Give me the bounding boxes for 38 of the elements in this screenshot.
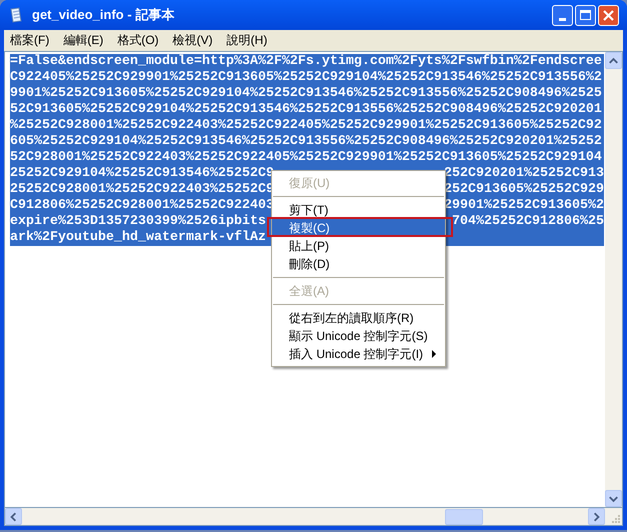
scroll-left-button[interactable] xyxy=(5,508,22,525)
menu-bar-item[interactable]: 檢視(V) xyxy=(172,31,213,49)
line-text: 52C928001%25252C922403%25252C922405%25252C929901%25252C913605%25252C929104 xyxy=(10,150,602,166)
context-menu-item[interactable]: 顯示 Unicode 控制字元(S) xyxy=(272,327,445,345)
window-title: get_video_info - 記事本 xyxy=(32,6,176,24)
line-text: ark%2Fyoutube_hd_watermark-vflAz xyxy=(10,230,266,246)
menu-bar-item[interactable]: 編輯(E) xyxy=(63,31,104,49)
context-menu-item[interactable]: 刪除(D) xyxy=(272,255,445,273)
line-text: %25252C928001%25252C922403%25252C922405%25252C929901%25252C913605%25252C92 xyxy=(10,118,602,134)
scrollbar-thumb[interactable] xyxy=(445,508,483,524)
line-text: C912806%25252C928001%25252C922403 xyxy=(10,198,274,214)
notepad-icon xyxy=(8,7,24,23)
line-text: 29901%25252C913605%2 xyxy=(444,198,604,214)
maximize-icon xyxy=(580,10,591,20)
context-menu-item[interactable]: 插入 Unicode 控制字元(I) xyxy=(272,345,445,363)
minimize-button[interactable] xyxy=(552,4,573,26)
line-text: 52C913605%25252C929104%25252C913546%25252C913556%25252C908496%25252C920201 xyxy=(10,102,602,118)
line-text: 25252C928001%25252C922403%25252C9 xyxy=(10,182,274,198)
maximize-button[interactable] xyxy=(575,4,596,26)
resize-grip-icon xyxy=(612,515,620,523)
line-text: expire%253D1357230399%2526ipbits xyxy=(10,214,266,230)
line-text: 9901%25252C913605%25252C929104%25252C913546%25252C913556%25252C908496%2525 xyxy=(10,86,602,102)
context-menu-item[interactable]: 剪下(T) xyxy=(272,201,445,219)
line-text: C922405%25252C929901%25252C913605%25252C929104%25252C913546%25252C913556%2 xyxy=(10,70,602,86)
close-icon xyxy=(603,10,614,20)
menu-bar-item[interactable]: 說明(H) xyxy=(226,31,268,49)
scroll-up-button[interactable] xyxy=(605,52,622,69)
scroll-right-button[interactable] xyxy=(588,508,605,525)
menu-bar-item[interactable]: 格式(O) xyxy=(117,31,159,49)
context-menu-item[interactable]: 從右到左的讀取順序(R) xyxy=(272,309,445,327)
scroll-down-button[interactable] xyxy=(605,490,622,507)
menu-bar-item[interactable]: 檔案(F) xyxy=(10,31,50,49)
line-text: 252C913605%25252C929 xyxy=(444,182,604,198)
minimize-icon xyxy=(559,18,566,20)
context-menu-item[interactable]: 貼上(P) xyxy=(272,237,445,255)
line-text: 605%25252C929104%25252C913546%25252C913556%25252C908496%25252C920201%25252 xyxy=(10,134,602,150)
close-button[interactable] xyxy=(598,4,619,26)
line-text: =False&endscreen_module=http%3A%2F%2Fs.ytimg.com%2Fyts%2Fswfbin%2Fendscree xyxy=(10,54,602,70)
